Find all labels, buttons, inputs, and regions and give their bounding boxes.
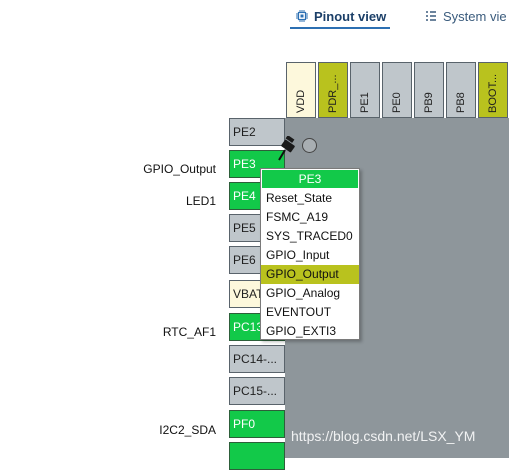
pin-label: PE0 (391, 92, 403, 113)
pin-top-pdr[interactable]: PDR_... (318, 62, 348, 118)
list-icon (426, 11, 436, 21)
pin-label: VDD (295, 89, 307, 113)
pin-label: PDR_... (327, 74, 339, 113)
tab-system-view[interactable]: System vie (425, 6, 507, 26)
pin-top-pb9[interactable]: PB9 (414, 62, 444, 118)
pin-label: PB8 (455, 92, 467, 113)
menu-item-fsmc-a19[interactable]: FSMC_A19 (261, 208, 359, 227)
pin-top-pe1[interactable]: PE1 (350, 62, 380, 118)
watermark: https://blog.csdn.net/LSX_YM (291, 428, 476, 444)
signal-label-i2c2-sda: I2C2_SDA (159, 423, 216, 437)
pin-function-menu-title: PE3 (262, 170, 358, 188)
pin-top-boot[interactable]: BOOT... (478, 62, 508, 118)
pin-label: PE1 (359, 92, 371, 113)
pin-left-pf0[interactable]: PF0 (229, 410, 285, 438)
pin1-marker (302, 138, 317, 153)
menu-item-gpio-exti3[interactable]: GPIO_EXTI3 (261, 322, 359, 341)
pin-top-pb8[interactable]: PB8 (446, 62, 476, 118)
menu-item-eventout[interactable]: EVENTOUT (261, 303, 359, 322)
menu-item-gpio-input[interactable]: GPIO_Input (261, 246, 359, 265)
tab-pinout-label: Pinout view (314, 8, 387, 24)
signal-label-led1: LED1 (185, 194, 216, 208)
signal-label-rtc-af1: RTC_AF1 (162, 325, 216, 339)
pin-label: BOOT... (487, 73, 499, 113)
pin-top-pe0[interactable]: PE0 (382, 62, 412, 118)
pin-left-pc15[interactable]: PC15-... (229, 377, 285, 405)
menu-item-gpio-analog[interactable]: GPIO_Analog (261, 284, 359, 303)
pin-left-pc14[interactable]: PC14-... (229, 345, 285, 373)
view-tab-bar: Pinout view System vie (0, 0, 509, 30)
tab-system-label: System vie (443, 8, 507, 24)
pin-top-vdd[interactable]: VDD (286, 62, 316, 118)
signal-label-gpio-output: GPIO_Output (143, 162, 216, 176)
menu-item-sys-traced0[interactable]: SYS_TRACED0 (261, 227, 359, 246)
tab-pinout-view[interactable]: Pinout view (296, 6, 386, 26)
pin-function-menu: PE3 Reset_State FSMC_A19 SYS_TRACED0 GPI… (260, 168, 360, 340)
pin-left-pf1[interactable] (229, 442, 285, 470)
pin-label: PB9 (423, 92, 435, 113)
active-tab-indicator (290, 27, 390, 29)
chip-icon (296, 10, 308, 22)
menu-item-gpio-output[interactable]: GPIO_Output (261, 265, 359, 284)
pushpin-icon (278, 136, 295, 161)
menu-item-reset-state[interactable]: Reset_State (261, 189, 359, 208)
